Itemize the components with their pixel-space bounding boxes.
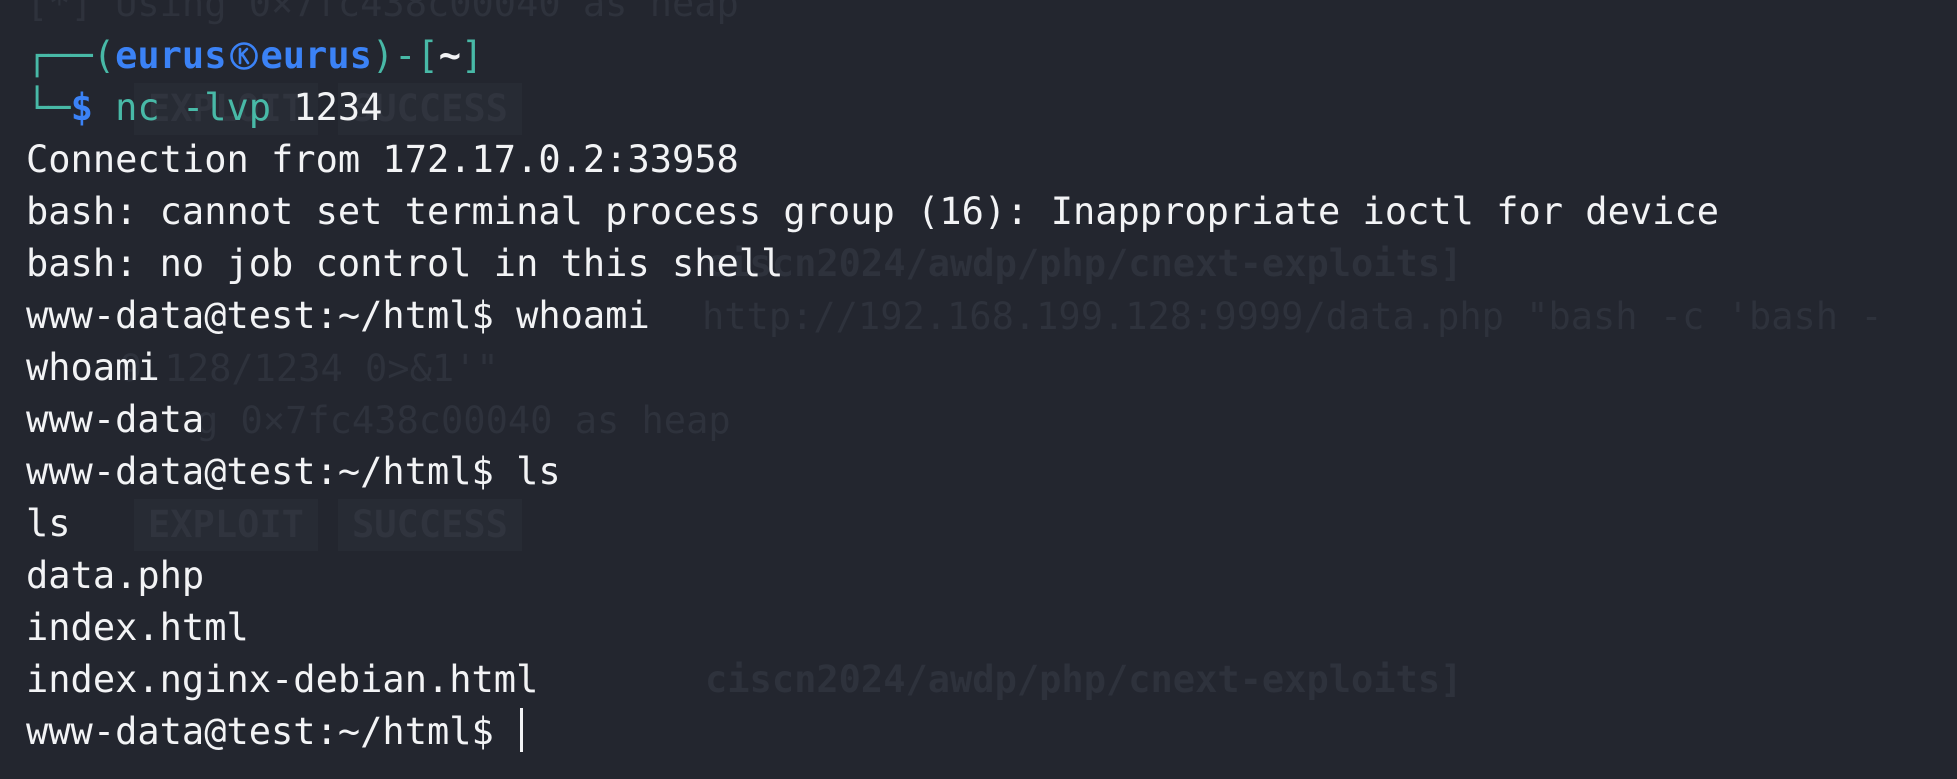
output-line: www-data@test:~/html$ ls <box>26 450 561 493</box>
output-line: index.nginx-debian.html <box>26 658 539 701</box>
prompt-frame-end: ] <box>461 34 484 77</box>
prompt-user: eurus <box>115 34 227 77</box>
prompt-host: eurus <box>260 34 372 77</box>
current-prompt: www-data@test:~/html$ <box>26 710 517 753</box>
terminal-output[interactable]: ┌──(eurus eurus)-[~] └─$ nc -lvp 1234 Con… <box>26 30 1719 758</box>
command-arg: 1234 <box>293 86 383 129</box>
output-line: Connection from 172.17.0.2:33958 <box>26 138 739 181</box>
command-flag: -lvp <box>181 86 272 129</box>
prompt-line-command: └─$ nc -lvp 1234 <box>26 82 1719 134</box>
output-line: whoami <box>26 346 160 389</box>
prompt-frame: ┌──( <box>26 34 116 77</box>
prompt-line-top: ┌──(eurus eurus)-[~] <box>26 30 1719 82</box>
output-line: bash: cannot set terminal process group … <box>26 190 1719 233</box>
prompt-frame-bottom: └─ <box>26 86 71 129</box>
text-cursor <box>520 708 524 752</box>
output-line: bash: no job control in this shell <box>26 242 784 285</box>
output-line: www-data@test:~/html$ whoami <box>26 294 650 337</box>
terminal-window[interactable]: [*] Using 0×7fc438c00040 as heap EXPLOIT… <box>0 0 1957 779</box>
ghost-heap-line: [*] Using 0×7fc438c00040 as heap <box>26 0 739 25</box>
output-line: ls <box>26 502 71 545</box>
skull-icon <box>229 33 259 70</box>
command-name: nc <box>115 86 160 129</box>
output-line: index.html <box>26 606 249 649</box>
output-line: data.php <box>26 554 205 597</box>
output-line: www-data <box>26 398 205 441</box>
prompt-directory: ~ <box>438 34 461 77</box>
prompt-frame-mid: )-[ <box>371 34 439 77</box>
current-prompt-line[interactable]: www-data@test:~/html$ <box>26 706 1719 758</box>
prompt-dollar: $ <box>70 86 93 129</box>
